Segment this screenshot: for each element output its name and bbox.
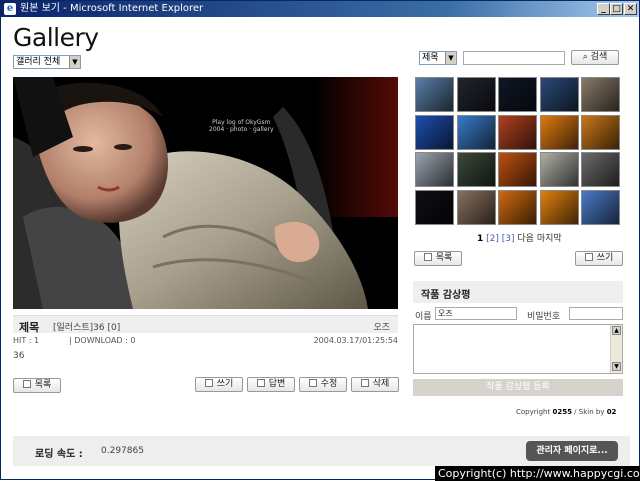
write-button[interactable]: 쓰기 bbox=[195, 377, 243, 392]
thumbnail-17[interactable] bbox=[456, 189, 496, 225]
search-icon: ⌕ bbox=[582, 52, 591, 62]
thumbnail-6[interactable] bbox=[415, 114, 454, 150]
textarea-scrollbar[interactable]: ▲ ▼ bbox=[610, 325, 622, 373]
scroll-down-icon[interactable]: ▼ bbox=[612, 362, 621, 371]
internet-explorer-icon: e bbox=[4, 3, 16, 15]
page-next[interactable]: 다음 bbox=[517, 234, 534, 244]
search-field-value: 제목 bbox=[422, 53, 439, 63]
photo-illustration bbox=[13, 77, 398, 309]
watermark: Copyright(c) http://www.happycgi.com bbox=[435, 466, 640, 481]
list-button-right[interactable]: 목록 bbox=[414, 251, 462, 266]
reply-icon bbox=[256, 379, 265, 387]
title-label: 제목 bbox=[19, 321, 40, 334]
thumbnail-8[interactable] bbox=[498, 114, 537, 150]
main-photo: Play log of OkyGsm 2004 · photo · galler… bbox=[13, 77, 398, 309]
post-author: 오즈 bbox=[373, 323, 390, 333]
name-label: 이름 bbox=[415, 312, 432, 322]
pagination: 1 [2] [3] 다음 마지막 bbox=[477, 231, 562, 244]
password-label: 비밀번호 bbox=[527, 312, 561, 322]
loading-speed-bar: 로딩 속도 : 0.297865 관리자 페이지로... bbox=[13, 436, 630, 466]
close-button[interactable]: ✕ bbox=[624, 3, 637, 15]
thumbnail-19[interactable] bbox=[539, 189, 579, 225]
footer-copyright: Copyright 0255 / Skin by 02 bbox=[516, 408, 617, 416]
thumbnail-1[interactable] bbox=[415, 77, 454, 112]
chevron-down-icon: ▼ bbox=[445, 52, 456, 64]
thumbnail-11[interactable] bbox=[415, 152, 454, 187]
search-button[interactable]: ⌕ 검색 bbox=[571, 50, 619, 65]
category-select-value: 갤러리 전체 bbox=[16, 57, 61, 67]
thumbnail-14[interactable] bbox=[539, 152, 579, 187]
photo-caption: Play log of OkyGsm 2004 · photo · galler… bbox=[209, 119, 274, 133]
name-input[interactable]: 오즈 bbox=[435, 307, 517, 320]
admin-page-button[interactable]: 관리자 페이지로... bbox=[526, 441, 618, 461]
reply-button[interactable]: 답변 bbox=[247, 377, 295, 392]
write-button-right[interactable]: 쓰기 bbox=[575, 251, 623, 266]
password-input[interactable] bbox=[569, 307, 623, 320]
browser-window: e 원본 보기 - Microsoft Internet Explorer _ … bbox=[0, 0, 640, 481]
list-button[interactable]: 목록 bbox=[13, 378, 61, 393]
thumbnail-10[interactable] bbox=[581, 114, 620, 150]
search-field-select[interactable]: 제목 ▼ bbox=[419, 51, 457, 65]
pencil-icon bbox=[584, 253, 593, 261]
thumbnail-16[interactable] bbox=[415, 189, 454, 225]
post-title: [일러스트]36 [0] bbox=[53, 323, 121, 333]
edit-button[interactable]: 수정 bbox=[299, 377, 347, 392]
post-title-row: 제목 [일러스트]36 [0] 오즈 bbox=[13, 315, 398, 334]
submit-comment-button[interactable]: 작품 감상평 등록 bbox=[413, 379, 623, 396]
thumbnail-20[interactable] bbox=[581, 189, 620, 225]
minimize-button[interactable]: _ bbox=[597, 3, 610, 15]
edit-icon bbox=[308, 379, 317, 387]
comment-header: 작품 감상평 bbox=[413, 281, 623, 303]
thumbnail-13[interactable] bbox=[498, 152, 537, 187]
page-current[interactable]: 1 bbox=[477, 234, 483, 244]
title-bar: e 원본 보기 - Microsoft Internet Explorer _ … bbox=[1, 1, 639, 17]
comment-heading: 작품 감상평 bbox=[421, 290, 471, 301]
thumbnail-2[interactable] bbox=[456, 77, 496, 112]
post-body: 36 bbox=[13, 351, 25, 361]
thumbnail-4[interactable] bbox=[539, 77, 579, 112]
list-icon bbox=[22, 380, 31, 388]
hit-count: HIT : 1 bbox=[13, 336, 40, 345]
delete-button[interactable]: 삭제 bbox=[351, 377, 399, 392]
list-icon bbox=[423, 253, 432, 261]
thumbnail-7[interactable] bbox=[456, 114, 496, 150]
loading-label: 로딩 속도 : bbox=[35, 449, 83, 460]
page-link-2[interactable]: [2] bbox=[486, 234, 499, 244]
chevron-down-icon: ▼ bbox=[69, 56, 80, 68]
pencil-icon bbox=[204, 379, 213, 387]
post-date: 2004.03.17/01:25:54 bbox=[313, 336, 398, 345]
comment-textarea[interactable]: ▲ ▼ bbox=[413, 324, 623, 374]
thumbnail-18[interactable] bbox=[498, 189, 537, 225]
window-title: 원본 보기 - Microsoft Internet Explorer bbox=[20, 3, 204, 14]
loading-value: 0.297865 bbox=[101, 446, 144, 456]
thumbnail-12[interactable] bbox=[456, 152, 496, 187]
search-input[interactable] bbox=[463, 51, 565, 65]
scroll-up-icon[interactable]: ▲ bbox=[612, 326, 621, 335]
thumbnail-9[interactable] bbox=[539, 114, 579, 150]
thumbnail-3[interactable] bbox=[498, 77, 537, 112]
page-last[interactable]: 마지막 bbox=[537, 234, 562, 244]
thumbnail-5[interactable] bbox=[581, 77, 620, 112]
post-meta: HIT : 1 | DOWNLOAD : 0 2004.03.17/01:25:… bbox=[13, 336, 398, 350]
category-select[interactable]: 갤러리 전체 ▼ bbox=[13, 55, 81, 69]
thumbnail-15[interactable] bbox=[581, 152, 620, 187]
gallery-logo: Gallery bbox=[13, 23, 99, 52]
maximize-button[interactable]: □ bbox=[610, 3, 623, 15]
delete-icon bbox=[360, 379, 369, 387]
download-count: | DOWNLOAD : 0 bbox=[69, 336, 136, 345]
page-link-3[interactable]: [3] bbox=[502, 234, 515, 244]
